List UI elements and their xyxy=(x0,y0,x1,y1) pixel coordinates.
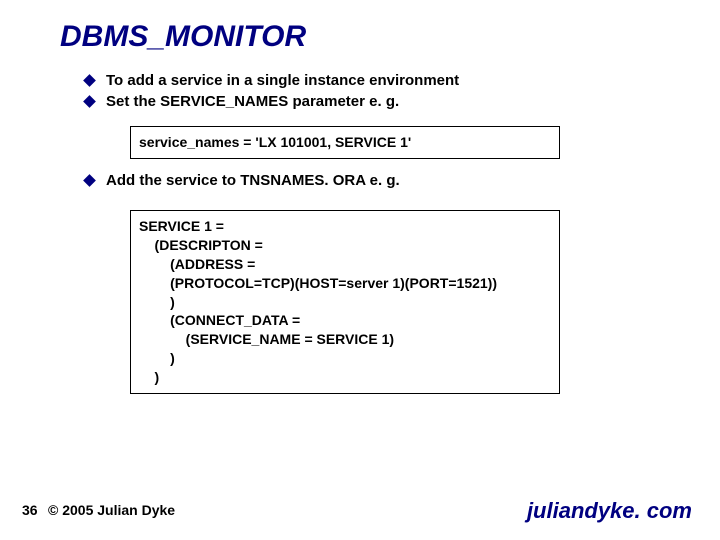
code-box-2: SERVICE 1 = (DESCRIPTON = (ADDRESS = (PR… xyxy=(130,210,560,394)
site-url: juliandyke. com xyxy=(527,498,692,524)
bullet-item: To add a service in a single instance en… xyxy=(85,72,645,91)
code-box-1: service_names = 'LX 101001, SERVICE 1' xyxy=(130,126,560,159)
diamond-icon xyxy=(83,174,96,187)
page-number: 36 xyxy=(22,502,38,518)
bullet-group-1: To add a service in a single instance en… xyxy=(85,72,645,114)
bullet-item: Set the SERVICE_NAMES parameter e. g. xyxy=(85,93,645,112)
diamond-icon xyxy=(83,95,96,108)
bullet-item: Add the service to TNSNAMES. ORA e. g. xyxy=(85,172,645,191)
diamond-icon xyxy=(83,74,96,87)
slide: DBMS_MONITOR To add a service in a singl… xyxy=(0,0,720,540)
bullet-text: To add a service in a single instance en… xyxy=(106,72,459,91)
bullet-group-2: Add the service to TNSNAMES. ORA e. g. xyxy=(85,172,645,193)
bullet-text: Set the SERVICE_NAMES parameter e. g. xyxy=(106,93,399,112)
bullet-text: Add the service to TNSNAMES. ORA e. g. xyxy=(106,172,400,191)
slide-title: DBMS_MONITOR xyxy=(60,20,306,54)
copyright: © 2005 Julian Dyke xyxy=(48,502,175,518)
